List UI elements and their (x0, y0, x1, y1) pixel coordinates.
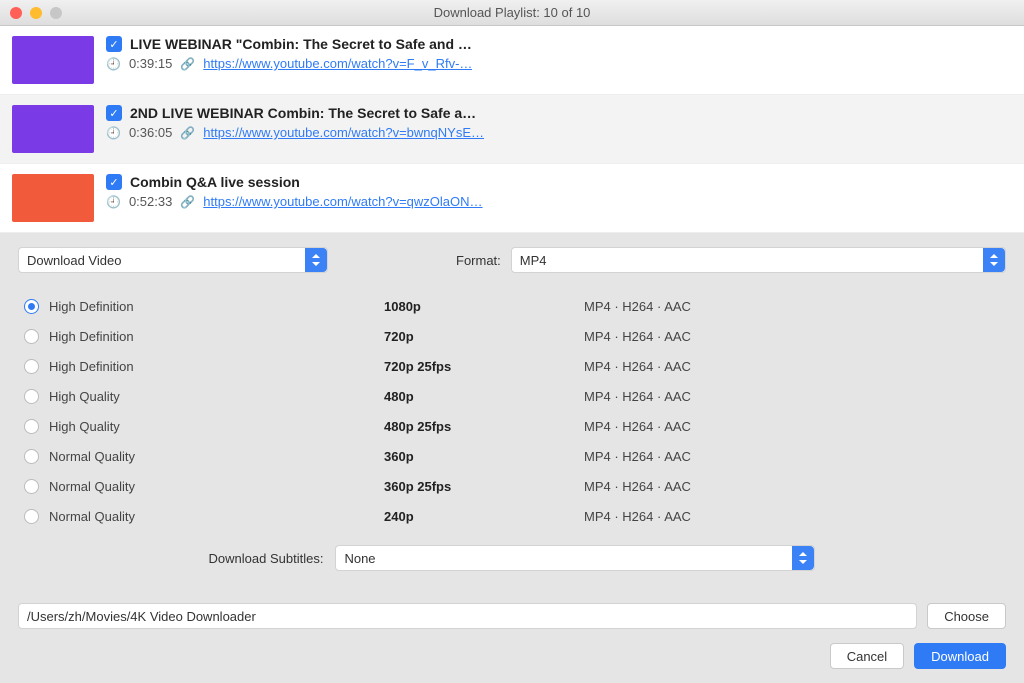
radio-icon[interactable] (24, 299, 39, 314)
video-title: 2ND LIVE WEBINAR Combin: The Secret to S… (130, 105, 476, 121)
checkbox-icon[interactable]: ✓ (106, 174, 122, 190)
quality-resolution: 480p (384, 389, 584, 404)
quality-row[interactable]: High Definition720pMP4 · H264 · AAC (24, 321, 1000, 351)
quality-resolution: 1080p (384, 299, 584, 314)
footer: Cancel Download (0, 629, 1024, 683)
clock-icon: 🕘 (106, 126, 121, 140)
quality-label: Normal Quality (24, 449, 384, 464)
radio-icon[interactable] (24, 359, 39, 374)
quality-codecs: MP4 · H264 · AAC (584, 329, 1000, 344)
link-icon: 🔗 (180, 126, 195, 140)
quality-codecs: MP4 · H264 · AAC (584, 299, 1000, 314)
video-title: LIVE WEBINAR "Combin: The Secret to Safe… (130, 36, 472, 52)
quality-row[interactable]: High Quality480p 25fpsMP4 · H264 · AAC (24, 411, 1000, 441)
mode-select[interactable]: Download Video (18, 247, 328, 273)
video-body: ✓ Combin Q&A live session 🕘 0:52:33 🔗 https:/… (106, 174, 1012, 209)
radio-icon[interactable] (24, 479, 39, 494)
format-label: Format: (456, 253, 501, 268)
quality-codecs: MP4 · H264 · AAC (584, 479, 1000, 494)
quality-label: High Definition (24, 329, 384, 344)
video-thumbnail (12, 105, 94, 153)
video-row[interactable]: ✓ Combin Q&A live session 🕘 0:52:33 🔗 https:/… (0, 164, 1024, 233)
link-icon: 🔗 (180, 57, 195, 71)
quality-row[interactable]: High Quality480pMP4 · H264 · AAC (24, 381, 1000, 411)
video-list: ✓ LIVE WEBINAR "Combin: The Secret to Saf… (0, 26, 1024, 233)
quality-row[interactable]: High Definition720p 25fpsMP4 · H264 · AA… (24, 351, 1000, 381)
quality-resolution: 360p 25fps (384, 479, 584, 494)
video-url[interactable]: https://www.youtube.com/watch?v=bwnqNYsE… (203, 125, 484, 140)
video-row[interactable]: ✓ 2ND LIVE WEBINAR Combin: The Secret to … (0, 95, 1024, 164)
radio-icon[interactable] (24, 419, 39, 434)
mode-value: Download Video (27, 253, 121, 268)
quality-resolution: 240p (384, 509, 584, 524)
quality-label: High Quality (24, 389, 384, 404)
quality-label: Normal Quality (24, 479, 384, 494)
format-select[interactable]: MP4 (511, 247, 1006, 273)
download-button[interactable]: Download (914, 643, 1006, 669)
quality-row[interactable]: High Definition1080pMP4 · H264 · AAC (24, 291, 1000, 321)
radio-icon[interactable] (24, 329, 39, 344)
titlebar: Download Playlist: 10 of 10 (0, 0, 1024, 26)
clock-icon: 🕘 (106, 195, 121, 209)
subtitles-value: None (344, 551, 375, 566)
radio-icon[interactable] (24, 389, 39, 404)
quality-resolution: 360p (384, 449, 584, 464)
save-path-input[interactable]: /Users/zh/Movies/4K Video Downloader (18, 603, 917, 629)
cancel-button[interactable]: Cancel (830, 643, 904, 669)
quality-codecs: MP4 · H264 · AAC (584, 449, 1000, 464)
link-icon: 🔗 (180, 195, 195, 209)
quality-row[interactable]: Normal Quality360p 25fpsMP4 · H264 · AAC (24, 471, 1000, 501)
format-value: MP4 (520, 253, 547, 268)
radio-icon[interactable] (24, 509, 39, 524)
quality-codecs: MP4 · H264 · AAC (584, 389, 1000, 404)
quality-label: Normal Quality (24, 509, 384, 524)
video-url[interactable]: https://www.youtube.com/watch?v=F_v_Rfv-… (203, 56, 472, 71)
quality-codecs: MP4 · H264 · AAC (584, 509, 1000, 524)
quality-codecs: MP4 · H264 · AAC (584, 359, 1000, 374)
video-thumbnail (12, 174, 94, 222)
quality-resolution: 720p 25fps (384, 359, 584, 374)
video-duration: 0:36:05 (129, 125, 172, 140)
controls-panel: Download Video Format: MP4 High Definiti… (0, 233, 1024, 571)
video-body: ✓ 2ND LIVE WEBINAR Combin: The Secret to … (106, 105, 1012, 140)
video-url[interactable]: https://www.youtube.com/watch?v=qwzOlaON… (203, 194, 482, 209)
quality-label: High Definition (24, 359, 384, 374)
chevron-updown-icon (983, 248, 1005, 272)
chevron-updown-icon (305, 248, 327, 272)
quality-codecs: MP4 · H264 · AAC (584, 419, 1000, 434)
save-path-value: /Users/zh/Movies/4K Video Downloader (27, 609, 256, 624)
choose-button[interactable]: Choose (927, 603, 1006, 629)
video-title: Combin Q&A live session (130, 174, 300, 190)
quality-label: High Quality (24, 419, 384, 434)
video-duration: 0:52:33 (129, 194, 172, 209)
quality-row[interactable]: Normal Quality240pMP4 · H264 · AAC (24, 501, 1000, 531)
quality-resolution: 720p (384, 329, 584, 344)
video-row[interactable]: ✓ LIVE WEBINAR "Combin: The Secret to Saf… (0, 26, 1024, 95)
quality-resolution: 480p 25fps (384, 419, 584, 434)
video-duration: 0:39:15 (129, 56, 172, 71)
quality-label: High Definition (24, 299, 384, 314)
video-body: ✓ LIVE WEBINAR "Combin: The Secret to Saf… (106, 36, 1012, 71)
window-title: Download Playlist: 10 of 10 (0, 5, 1024, 20)
subtitles-label: Download Subtitles: (209, 551, 324, 566)
checkbox-icon[interactable]: ✓ (106, 36, 122, 52)
quality-list: High Definition1080pMP4 · H264 · AACHigh… (18, 287, 1006, 541)
subtitles-select[interactable]: None (335, 545, 815, 571)
save-path-row: /Users/zh/Movies/4K Video Downloader Cho… (0, 581, 1024, 629)
clock-icon: 🕘 (106, 57, 121, 71)
video-thumbnail (12, 36, 94, 84)
radio-icon[interactable] (24, 449, 39, 464)
chevron-updown-icon (792, 546, 814, 570)
quality-row[interactable]: Normal Quality360pMP4 · H264 · AAC (24, 441, 1000, 471)
checkbox-icon[interactable]: ✓ (106, 105, 122, 121)
